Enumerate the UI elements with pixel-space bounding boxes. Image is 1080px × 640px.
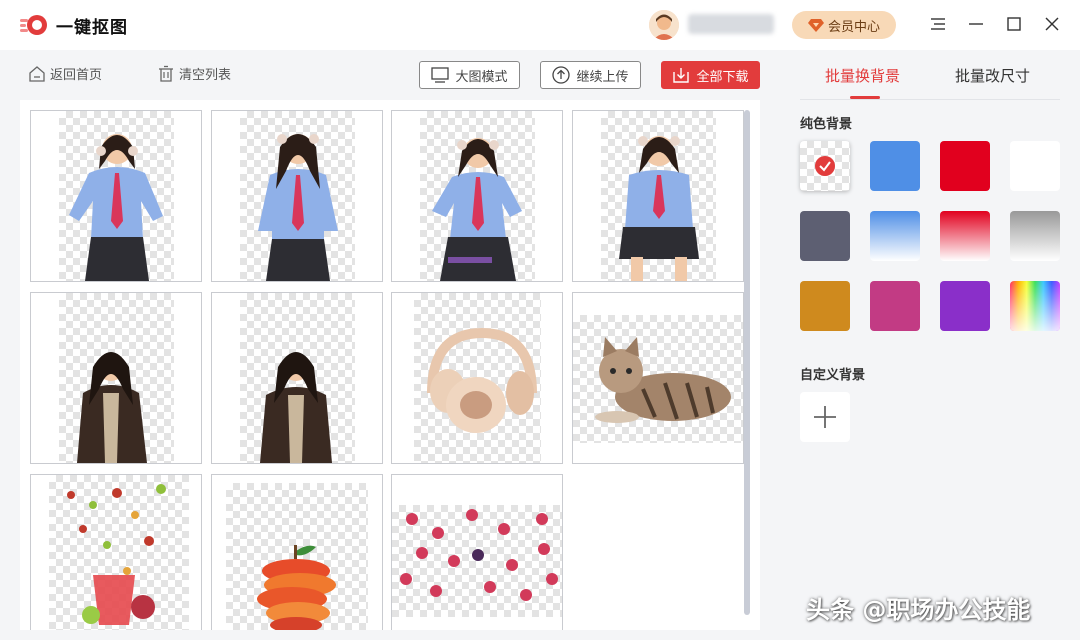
maximize-icon xyxy=(1007,17,1021,31)
back-home-label: 返回首页 xyxy=(50,68,103,83)
plus-icon xyxy=(814,406,836,428)
headphones-thumbnail xyxy=(427,327,537,433)
swatch-solid[interactable] xyxy=(1010,141,1060,191)
upload-icon xyxy=(552,66,571,84)
watermark: 头条 @职场办公技能 xyxy=(806,596,1031,624)
swatch-solid[interactable] xyxy=(800,281,850,331)
image-card[interactable] xyxy=(572,110,744,282)
close-button[interactable] xyxy=(1042,14,1062,34)
raspberries-thumbnail xyxy=(400,509,558,601)
swatch-transparent[interactable] xyxy=(800,141,850,191)
girl-headphones-thumbnail xyxy=(258,134,338,281)
image-card[interactable] xyxy=(211,292,383,464)
tab-batch-resize[interactable]: 批量改尺寸 xyxy=(955,65,1030,86)
sliced-apple-thumbnail xyxy=(257,545,336,630)
custom-background-label: 自定义背景 xyxy=(800,368,866,383)
monitor-icon xyxy=(431,67,450,83)
swatch-gradient[interactable] xyxy=(870,211,920,261)
girl-jacket-thumbnail xyxy=(77,352,147,463)
image-card[interactable] xyxy=(30,292,202,464)
close-icon xyxy=(1045,17,1059,31)
minimize-icon xyxy=(969,23,983,25)
app-logo-icon xyxy=(20,15,47,35)
fruit-drink-thumbnail xyxy=(67,484,166,625)
hamburger-icon xyxy=(931,18,945,30)
swatch-solid[interactable] xyxy=(870,281,920,331)
big-image-mode-label: 大图模式 xyxy=(455,69,508,85)
tab-batch-background[interactable]: 批量换背景 xyxy=(825,65,900,86)
swatch-gradient[interactable] xyxy=(940,211,990,261)
swatch-solid[interactable] xyxy=(800,211,850,261)
girl-headphones-thumbnail xyxy=(69,134,163,281)
solid-background-label: 纯色背景 xyxy=(800,117,853,132)
girl-headphones-thumbnail xyxy=(432,138,522,281)
minimize-button[interactable] xyxy=(966,14,986,34)
image-card[interactable] xyxy=(391,292,563,464)
vip-center-button[interactable]: 会员中心 xyxy=(792,11,896,39)
image-card[interactable] xyxy=(211,474,383,630)
image-card[interactable] xyxy=(391,474,563,630)
download-icon xyxy=(673,68,690,83)
menu-button[interactable] xyxy=(928,14,948,34)
cat-thumbnail xyxy=(595,337,731,423)
vip-center-label: 会员中心 xyxy=(827,19,880,35)
selected-check-icon xyxy=(815,156,835,176)
swatch-rainbow[interactable] xyxy=(1010,281,1060,331)
continue-upload-label: 继续上传 xyxy=(576,69,629,85)
image-card[interactable] xyxy=(211,110,383,282)
continue-upload-button[interactable]: 继续上传 xyxy=(540,61,641,89)
home-icon xyxy=(29,65,45,82)
avatar-icon xyxy=(649,10,679,40)
maximize-button[interactable] xyxy=(1004,14,1024,34)
title-bar xyxy=(0,0,1080,50)
download-all-label: 全部下载 xyxy=(696,69,749,85)
image-grid xyxy=(20,100,760,630)
clear-list-label: 清空列表 xyxy=(179,68,232,83)
image-card[interactable] xyxy=(30,110,202,282)
background-panel xyxy=(780,50,1080,640)
avatar[interactable] xyxy=(649,10,679,40)
swatch-solid[interactable] xyxy=(940,281,990,331)
big-image-mode-button[interactable]: 大图模式 xyxy=(419,61,520,89)
swatch-solid[interactable] xyxy=(940,141,990,191)
image-card[interactable] xyxy=(572,292,744,464)
image-card[interactable] xyxy=(391,110,563,282)
swatch-gradient[interactable] xyxy=(1010,211,1060,261)
swatch-solid[interactable] xyxy=(870,141,920,191)
clear-list-button[interactable]: 清空列表 xyxy=(157,64,231,83)
diamond-icon xyxy=(807,19,824,32)
girl-jacket-thumbnail xyxy=(260,352,332,463)
back-home-button[interactable]: 返回首页 xyxy=(28,64,102,83)
app-window: 一键抠图 会员中心 返回首页 清空列表 大图模式 继续上传 全部下载 批量换背景… xyxy=(0,0,1080,640)
tab-divider xyxy=(800,99,1060,100)
app-title: 一键抠图 xyxy=(56,18,128,38)
add-custom-background-button[interactable] xyxy=(800,392,850,442)
user-name-blurred xyxy=(688,14,774,34)
trash-icon xyxy=(159,65,173,82)
girl-headphones-thumbnail xyxy=(619,136,699,281)
image-card[interactable] xyxy=(30,474,202,630)
swatch-rainbow-fade xyxy=(1010,281,1060,331)
grid-scrollbar[interactable] xyxy=(744,110,750,615)
download-all-button[interactable]: 全部下载 xyxy=(661,61,760,89)
